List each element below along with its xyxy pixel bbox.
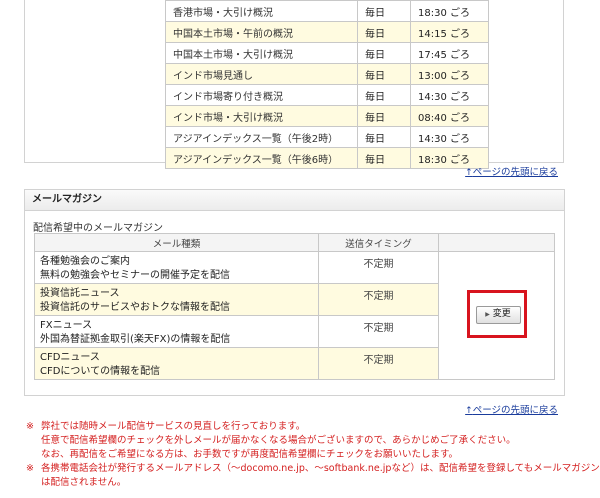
mail-description: 投資信託のサービスやおトクな情報を配信	[40, 302, 230, 313]
mail-description: 外国為替証拠金取引(楽天FX)の情報を配信	[40, 334, 231, 345]
mail-type-cell: CFDニュース CFDについての情報を配信	[34, 347, 319, 380]
schedule-name: インド市場見通し	[165, 63, 358, 85]
mail-type-cell: 各種勉強会のご案内 無料の勉強会やセミナーの開催予定を配信	[34, 251, 319, 284]
schedule-frequency: 毎日	[357, 0, 411, 22]
schedule-time: 18:30 ごろ	[410, 0, 489, 22]
mail-timing: 不定期	[318, 315, 439, 348]
schedule-name: インド市場・大引け概況	[165, 105, 358, 127]
mail-type-cell: FXニュース 外国為替証拠金取引(楽天FX)の情報を配信	[34, 315, 319, 348]
schedule-time: 08:40 ごろ	[410, 105, 489, 127]
column-header-timing: 送信タイミング	[318, 233, 439, 252]
schedule-frequency: 毎日	[357, 63, 411, 85]
table-header-row: メール種類 送信タイミング	[34, 233, 555, 252]
schedule-frequency: 毎日	[357, 147, 411, 169]
column-header-action	[438, 233, 555, 252]
up-arrow-icon: ↑	[465, 168, 473, 178]
schedule-time: 14:30 ごろ	[410, 126, 489, 148]
action-cell: ▶ 変更	[438, 251, 555, 380]
mail-type-cell: 投資信託ニュース 投資信託のサービスやおトクな情報を配信	[34, 283, 319, 316]
note-mark: ※	[26, 463, 34, 474]
schedule-frequency: 毎日	[357, 84, 411, 106]
note-line: ※ 弊社では随時メール配信サービスの見直しを行っております。	[26, 420, 586, 434]
mail-title: 投資信託ニュース	[40, 288, 120, 299]
table-row: インド市場見通し 毎日 13:00 ごろ	[165, 63, 489, 85]
table-row: 香港市場・大引け概況 毎日 18:30 ごろ	[165, 0, 489, 22]
schedule-name: アジアインデックス一覧（午後2時）	[165, 126, 358, 148]
mail-timing: 不定期	[318, 283, 439, 316]
note-line: 任意で配信希望欄のチェックを外しメールが届かなくなる場合がございますので、あらか…	[41, 435, 516, 446]
highlight-box: ▶ 変更	[466, 290, 527, 338]
mail-title: 各種勉強会のご案内	[40, 256, 130, 267]
change-button-label: 変更	[492, 309, 511, 319]
note-text: 弊社では随時メール配信サービスの見直しを行っております。	[41, 421, 306, 432]
schedule-table: 香港市場・大引け概況 毎日 18:30 ごろ 中国本土市場・午前の概況 毎日 1…	[165, 0, 489, 169]
table-row: インド市場寄り付き概況 毎日 14:30 ごろ	[165, 84, 489, 106]
change-button[interactable]: ▶ 変更	[475, 306, 521, 324]
mail-title: FXニュース	[40, 320, 93, 331]
schedule-frequency: 毎日	[357, 126, 411, 148]
mail-description: 無料の勉強会やセミナーの開催予定を配信	[40, 270, 230, 281]
table-row: 中国本土市場・大引け概況 毎日 17:45 ごろ	[165, 42, 489, 64]
schedule-name: 香港市場・大引け概況	[165, 0, 358, 22]
schedule-name: インド市場寄り付き概況	[165, 84, 358, 106]
subtitle: 配信希望中のメールマガジン	[33, 223, 163, 234]
schedule-frequency: 毎日	[357, 42, 411, 64]
schedule-name: 中国本土市場・午前の概況	[165, 21, 358, 43]
up-arrow-icon: ↑	[465, 406, 473, 416]
schedule-time: 14:15 ごろ	[410, 21, 489, 43]
table-row: アジアインデックス一覧（午後6時） 毎日 18:30 ごろ	[165, 147, 489, 169]
note-line: は配信されません。	[41, 477, 127, 488]
schedule-frequency: 毎日	[357, 105, 411, 127]
schedule-time: 13:00 ごろ	[410, 63, 489, 85]
note-text: 各携帯電話会社が発行するメールアドレス（〜docomo.ne.jp、〜softb…	[41, 463, 600, 474]
table-row: 各種勉強会のご案内 無料の勉強会やセミナーの開催予定を配信 不定期 ▶ 変更	[34, 251, 555, 380]
table-row: 中国本土市場・午前の概況 毎日 14:15 ごろ	[165, 21, 489, 43]
mail-timing: 不定期	[318, 347, 439, 380]
schedule-name: 中国本土市場・大引け概況	[165, 42, 358, 64]
schedule-frequency: 毎日	[357, 21, 411, 43]
page-top-link[interactable]: ↑ページの先頭に戻る	[465, 164, 558, 178]
page-top-link[interactable]: ↑ページの先頭に戻る	[465, 402, 558, 416]
note-mark: ※	[26, 421, 34, 432]
page-top-label: ページの先頭に戻る	[472, 167, 558, 178]
note-line: なお、再配信をご希望になる方は、お手数ですが再度配信希望欄にチェックをお願いいた…	[41, 449, 459, 460]
table-row: アジアインデックス一覧（午後2時） 毎日 14:30 ごろ	[165, 126, 489, 148]
table-row: インド市場・大引け概況 毎日 08:40 ごろ	[165, 105, 489, 127]
schedule-time: 17:45 ごろ	[410, 42, 489, 64]
mail-magazine-table: メール種類 送信タイミング 各種勉強会のご案内 無料の勉強会やセミナーの開催予定…	[34, 233, 555, 380]
triangle-right-icon: ▶	[485, 311, 490, 318]
schedule-time: 14:30 ごろ	[410, 84, 489, 106]
notes: ※ 弊社では随時メール配信サービスの見直しを行っております。 任意で配信希望欄のチ…	[26, 420, 600, 490]
column-header-type: メール種類	[34, 233, 319, 252]
note-line: ※ 各携帯電話会社が発行するメールアドレス（〜docomo.ne.jp、〜soft…	[26, 462, 600, 476]
mail-timing: 不定期	[318, 251, 439, 284]
schedule-panel: 香港市場・大引け概況 毎日 18:30 ごろ 中国本土市場・午前の概況 毎日 1…	[24, 0, 564, 169]
mail-magazine-panel: メールマガジン 配信希望中のメールマガジン メール種類 送信タイミング 各種勉強…	[24, 189, 565, 396]
mail-title: CFDニュース	[40, 352, 100, 363]
mail-description: CFDについての情報を配信	[40, 366, 161, 377]
section-title: メールマガジン	[25, 190, 564, 211]
schedule-name: アジアインデックス一覧（午後6時）	[165, 147, 358, 169]
page-top-label: ページの先頭に戻る	[472, 405, 558, 416]
